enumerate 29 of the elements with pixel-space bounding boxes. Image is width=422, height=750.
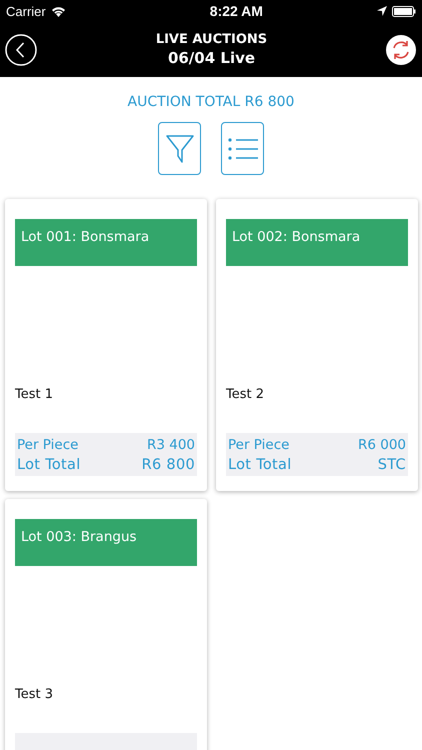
lot-card[interactable]: Lot 002: Bonsmara Test 2 Per Piece R6 000 Lot Total STC <box>216 199 418 491</box>
header-title: LIVE AUCTIONS <box>156 32 268 47</box>
battery-icon <box>392 6 416 16</box>
refresh-button[interactable] <box>386 34 416 64</box>
auction-total: AUCTION TOTAL R6 800 <box>126 94 296 110</box>
price-label: Per Piece <box>17 436 78 455</box>
price-value: STC <box>378 456 406 475</box>
carrier-name: Carrier <box>6 4 46 18</box>
filter-button[interactable] <box>158 122 201 175</box>
price-label: Lot Total <box>17 456 81 475</box>
price-value: R6 800 <box>142 456 195 475</box>
lot-title: Lot 003: Brangus <box>15 519 197 566</box>
lot-card[interactable]: Lot 003: Brangus Test 3 <box>5 499 207 750</box>
price-value: R6 000 <box>358 436 406 455</box>
lot-description: Test 1 <box>15 387 54 404</box>
price-label: Lot Total <box>228 456 292 475</box>
lot-title: Lot 002: Bonsmara <box>226 219 408 266</box>
price-label: Per Piece <box>228 436 290 455</box>
lot-description: Test 2 <box>226 387 266 404</box>
location-icon <box>377 6 387 16</box>
header-subtitle: 06/04 Live <box>168 49 256 67</box>
list-button[interactable] <box>221 122 264 175</box>
wifi-icon <box>50 6 66 16</box>
lot-card[interactable]: Lot 001: Bonsmara Test 1 Per Piece R3 400 Lot Total R6 800 <box>5 199 207 491</box>
status-time: 8:22 AM <box>210 3 263 19</box>
lot-title: Lot 001: Bonsmara <box>15 219 197 266</box>
price-value: R3 400 <box>146 436 195 455</box>
lot-description: Test 3 <box>15 687 54 704</box>
back-button[interactable] <box>5 34 37 66</box>
